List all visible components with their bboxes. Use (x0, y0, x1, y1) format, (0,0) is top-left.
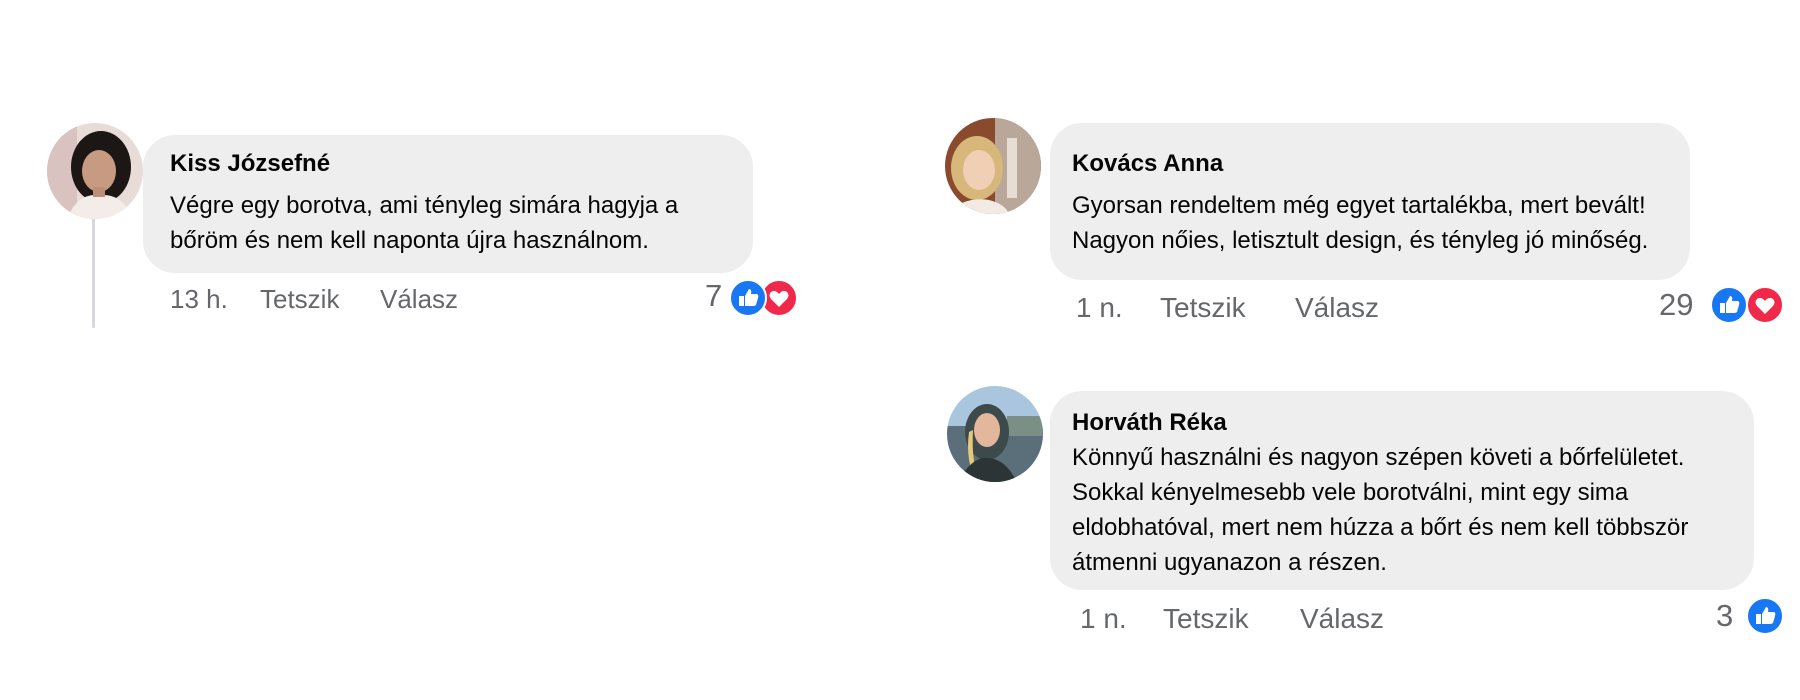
like-button[interactable]: Tetszik (1163, 604, 1249, 634)
comment-text-line: Nagyon nőies, letisztult design, és tény… (1072, 227, 1649, 254)
comment-timestamp[interactable]: 1 n. (1076, 293, 1123, 323)
like-button[interactable]: Tetszik (1160, 293, 1246, 323)
like-icon[interactable] (1710, 286, 1748, 324)
comment-text-line: átmenni ugyanazon a részen. (1072, 549, 1387, 576)
reply-button[interactable]: Válasz (1295, 293, 1379, 323)
comment-author[interactable]: Horváth Réka (1072, 409, 1227, 437)
comment-timestamp[interactable]: 1 n. (1080, 604, 1127, 634)
comment-author[interactable]: Kovács Anna (1072, 150, 1223, 178)
comment-text-line: Gyorsan rendeltem még egyet tartalékba, … (1072, 192, 1646, 219)
comment-text-line: Könnyű használni és nagyon szépen követi… (1072, 444, 1685, 471)
avatar[interactable] (47, 123, 143, 219)
like-icon[interactable] (1746, 597, 1784, 635)
comment-timestamp[interactable]: 13 h. (170, 284, 228, 314)
reaction-count[interactable]: 29 (1659, 288, 1693, 322)
comment-text-line: eldobhatóval, mert nem húzza a bőrt és n… (1072, 514, 1689, 541)
reaction-count[interactable]: 7 (705, 279, 722, 313)
like-button[interactable]: Tetszik (260, 284, 339, 314)
reply-button[interactable]: Válasz (380, 284, 458, 314)
like-icon[interactable] (729, 279, 767, 317)
comment-text-line: bőröm és nem kell naponta újra használno… (170, 227, 649, 254)
reply-button[interactable]: Válasz (1300, 604, 1384, 634)
love-icon[interactable] (1746, 286, 1784, 324)
comment-author[interactable]: Kiss Józsefné (170, 150, 330, 178)
avatar[interactable] (945, 118, 1041, 214)
reply-thread-line (92, 215, 95, 328)
avatar[interactable] (947, 386, 1043, 482)
reaction-count[interactable]: 3 (1716, 599, 1733, 633)
comment-text-line: Sokkal kényelmesebb vele borotválni, min… (1072, 479, 1629, 506)
comment-text-line: Végre egy borotva, ami tényleg simára ha… (170, 192, 679, 219)
